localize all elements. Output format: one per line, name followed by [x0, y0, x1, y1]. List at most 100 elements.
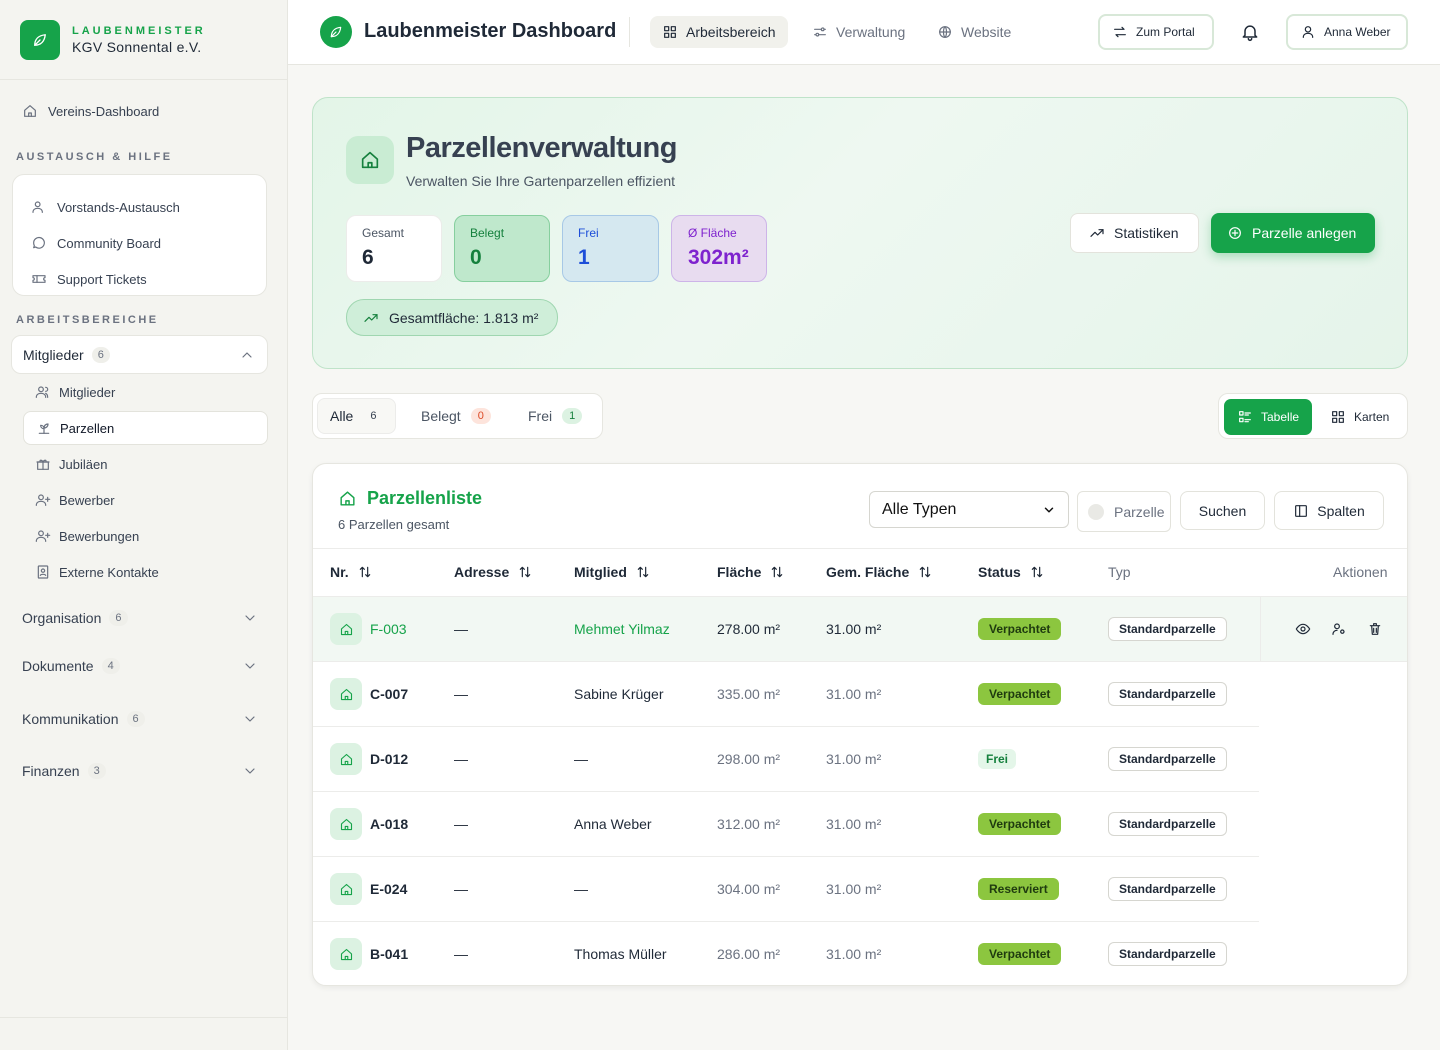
- table-row[interactable]: D-012 — — 298.00 m² 31.00 m² Frei Standardparz…: [313, 727, 1259, 792]
- filter-tabs: Alle 6 Belegt 0 Frei 1: [312, 393, 603, 439]
- users-icon: [31, 199, 47, 215]
- group-label: Finanzen: [22, 763, 80, 779]
- type-badge: Standardparzelle: [1108, 812, 1227, 836]
- user-menu-button[interactable]: Anna Weber: [1286, 14, 1408, 50]
- sidebar-item-applicants[interactable]: Bewerber: [23, 482, 268, 518]
- cell-status: Verpachtet: [978, 792, 1062, 856]
- sidebar-item-board-exchange[interactable]: Vorstands-Austausch: [31, 189, 266, 225]
- column-header-actions: Aktionen: [1333, 564, 1388, 580]
- stat-occupied: Belegt 0: [454, 215, 550, 282]
- cell-member: Sabine Krüger: [574, 686, 664, 702]
- sidebar-item-anniversaries[interactable]: Jubiläen: [23, 446, 268, 482]
- sidebar-group-communication[interactable]: Kommunikation 6: [22, 711, 258, 727]
- sidebar-group-organisation[interactable]: Organisation 6: [22, 610, 258, 626]
- status-badge: Verpachtet: [978, 813, 1062, 835]
- total-area-pill: Gesamtfläche: 1.813 m²: [346, 299, 558, 336]
- table-row[interactable]: E-024 — — 304.00 m² 31.00 m² Reserviert Standa…: [313, 857, 1259, 922]
- brand[interactable]: LAUBENMEISTER KGV Sonnental e.V.: [0, 0, 287, 80]
- plot-number[interactable]: F-003: [370, 621, 407, 637]
- cell-type: Standardparzelle: [1108, 662, 1227, 726]
- column-header-nr[interactable]: Nr.: [330, 564, 373, 580]
- column-header-member[interactable]: Mitglied: [574, 564, 651, 580]
- tab-occupied[interactable]: Belegt 0: [409, 398, 503, 434]
- user-plus-icon: [35, 492, 51, 508]
- column-header-status[interactable]: Status: [978, 564, 1045, 580]
- table-row[interactable]: F-003 — Mehmet Yilmaz 278.00 m² 31.00 m² Verp…: [313, 597, 1407, 662]
- trash-icon[interactable]: [1367, 621, 1383, 637]
- cell-member[interactable]: Mehmet Yilmaz: [574, 597, 670, 661]
- stat-value: 302m²: [688, 246, 749, 269]
- search-placeholder: Parzelle: [1114, 503, 1165, 520]
- sidebar-item-dashboard[interactable]: Vereins-Dashboard: [22, 103, 159, 119]
- header-label: Nr.: [330, 564, 349, 580]
- search-input[interactable]: Parzelle: [1077, 491, 1171, 532]
- sidebar-item-members[interactable]: Mitglieder: [23, 374, 268, 410]
- topbar: Laubenmeister Dashboard Arbeitsbereich V…: [288, 0, 1440, 65]
- plus-circle-icon: [1227, 225, 1243, 241]
- nav-administration[interactable]: Verwaltung: [800, 16, 917, 48]
- nav-website[interactable]: Website: [925, 16, 1023, 48]
- column-header-area[interactable]: Fläche: [717, 564, 785, 580]
- table-row[interactable]: B-041 — Thomas Müller 286.00 m² 31.00 m² Verp…: [313, 922, 1259, 985]
- search-button[interactable]: Suchen: [1180, 491, 1265, 530]
- sidebar-group-finances[interactable]: Finanzen 3: [22, 763, 258, 779]
- tab-count: 0: [470, 408, 491, 424]
- sidebar-item-plots[interactable]: Parzellen: [23, 411, 268, 445]
- sidebar-item-external-contacts[interactable]: Externe Kontakte: [23, 554, 268, 590]
- header-label: Gem. Fläche: [826, 564, 910, 580]
- column-header-common-area[interactable]: Gem. Fläche: [826, 564, 933, 580]
- cell-status: Frei: [978, 727, 1017, 791]
- plot-number: E-024: [370, 881, 408, 897]
- sidebar-footer-divider: [0, 1017, 288, 1018]
- sort-icon: [635, 564, 651, 580]
- type-badge: Standardparzelle: [1108, 682, 1227, 706]
- eye-icon[interactable]: [1295, 621, 1311, 637]
- user-key-icon[interactable]: [1331, 621, 1347, 637]
- stat-value: 1: [578, 246, 590, 269]
- row-actions: [1260, 597, 1407, 661]
- sidebar-group-documents[interactable]: Dokumente 4: [22, 658, 258, 674]
- statistics-button[interactable]: Statistiken: [1070, 213, 1199, 253]
- type-select-value: Alle Typen: [882, 500, 957, 518]
- page-subtitle: Verwalten Sie Ihre Gartenparzellen effiz…: [406, 173, 676, 189]
- table-row[interactable]: A-018 — Anna Weber 312.00 m² 31.00 m² Verpach…: [313, 792, 1259, 857]
- user-name: Anna Weber: [1324, 25, 1391, 39]
- group-label: Kommunikation: [22, 711, 119, 727]
- header-label: Status: [978, 564, 1021, 580]
- cell-status: Verpachtet: [978, 597, 1062, 661]
- app-title: Laubenmeister Dashboard: [364, 20, 617, 42]
- column-header-address[interactable]: Adresse: [454, 564, 533, 580]
- cell-nr: E-024: [330, 857, 407, 921]
- cell-member: —: [574, 751, 588, 767]
- sidebar-group-members[interactable]: Mitglieder 6: [11, 335, 268, 374]
- view-label: Tabelle: [1261, 410, 1300, 424]
- home-icon: [330, 873, 362, 905]
- cell-address: —: [454, 946, 468, 962]
- swap-icon: [1112, 24, 1128, 40]
- view-cards-button[interactable]: Karten: [1317, 399, 1402, 435]
- tab-free[interactable]: Frei 1: [516, 398, 594, 434]
- tab-all[interactable]: Alle 6: [317, 398, 397, 434]
- bell-icon[interactable]: [1240, 22, 1260, 42]
- cell-common-area: 31.00 m²: [826, 816, 882, 832]
- sidebar-item-support-tickets[interactable]: Support Tickets: [31, 261, 266, 297]
- nav-label: Website: [961, 24, 1012, 40]
- sidebar-item-applications[interactable]: Bewerbungen: [23, 518, 268, 554]
- sidebar-item-community-board[interactable]: Community Board: [31, 225, 266, 261]
- group-count: 6: [126, 711, 145, 727]
- gift-icon: [35, 456, 51, 472]
- plot-number: A-018: [370, 816, 409, 832]
- view-table-button[interactable]: Tabelle: [1224, 399, 1313, 435]
- page-title: Parzellenverwaltung: [406, 132, 677, 164]
- header-label: Adresse: [454, 564, 510, 580]
- table-row[interactable]: C-007 — Sabine Krüger 335.00 m² 31.00 m² Verp…: [313, 662, 1259, 727]
- portal-button[interactable]: Zum Portal: [1098, 14, 1214, 50]
- tab-count: 1: [562, 408, 583, 424]
- tab-label: Belegt: [421, 408, 461, 424]
- home-icon: [330, 613, 362, 645]
- nav-workspace[interactable]: Arbeitsbereich: [650, 16, 788, 48]
- type-select[interactable]: Alle Typen: [869, 491, 1069, 528]
- add-plot-button[interactable]: Parzelle anlegen: [1211, 213, 1375, 253]
- columns-button[interactable]: Spalten: [1274, 491, 1384, 530]
- group-label: Organisation: [22, 610, 102, 626]
